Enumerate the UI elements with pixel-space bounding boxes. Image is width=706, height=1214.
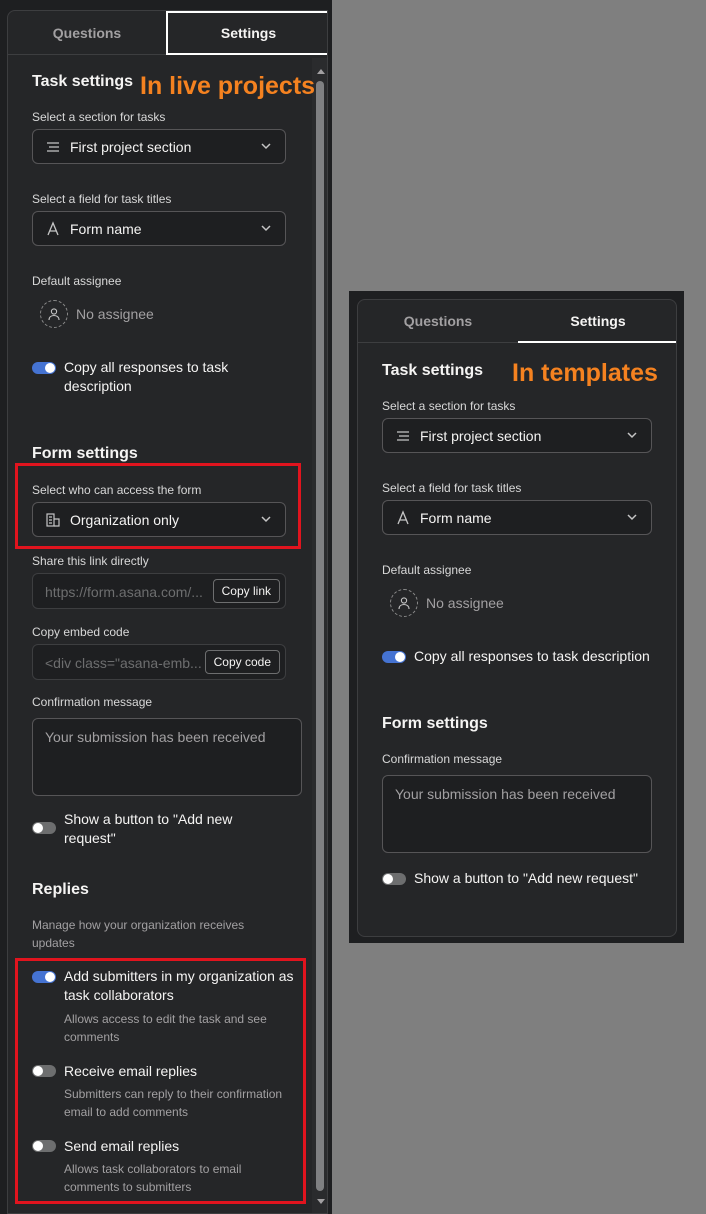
embed-code-placeholder: <div class="asana-emb... bbox=[45, 655, 202, 671]
confirmation-label: Confirmation message bbox=[32, 695, 153, 709]
add-new-request-label: Show a button to "Add new request" bbox=[64, 811, 233, 846]
tab-questions[interactable]: Questions bbox=[358, 300, 518, 343]
scroll-down-arrow-icon[interactable] bbox=[317, 1199, 325, 1204]
live-project-panel: Questions Settings Task settings Select … bbox=[0, 0, 332, 1214]
title-field-value: Form name bbox=[420, 509, 492, 526]
replies-heading: Replies bbox=[32, 881, 89, 898]
form-settings-heading: Form settings bbox=[382, 715, 488, 732]
replies-description: Manage how your organization receives up… bbox=[32, 918, 245, 950]
share-link-label: Share this link directly bbox=[32, 554, 149, 568]
task-settings-heading: Task settings bbox=[382, 362, 484, 379]
copy-responses-toggle[interactable] bbox=[32, 362, 56, 374]
templates-annotation: In templates bbox=[512, 359, 658, 387]
avatar-placeholder-icon bbox=[40, 300, 68, 328]
section-select[interactable]: First project section bbox=[382, 418, 652, 453]
add-new-request-toggle[interactable] bbox=[32, 822, 56, 834]
title-field-select[interactable]: Form name bbox=[382, 500, 652, 535]
tab-settings[interactable]: Settings bbox=[518, 300, 676, 343]
section-select-label: Select a section for tasks bbox=[382, 399, 516, 413]
default-assignee-label: Default assignee bbox=[382, 563, 472, 577]
live-projects-annotation: In live projects bbox=[140, 72, 316, 100]
assignee-value: No assignee bbox=[426, 595, 504, 611]
add-new-request-label: Show a button to "Add new request" bbox=[414, 870, 638, 886]
template-panel: Questions Settings Task settings Select … bbox=[349, 291, 684, 943]
title-field-label: Select a field for task titles bbox=[382, 481, 522, 495]
template-tab-bar: Questions Settings bbox=[358, 300, 676, 343]
confirmation-message-input[interactable]: Your submission has been received bbox=[32, 718, 302, 796]
confirmation-label: Confirmation message bbox=[382, 752, 503, 766]
default-assignee-picker[interactable]: No assignee bbox=[390, 589, 504, 617]
copy-responses-label: Copy all responses to task description bbox=[64, 359, 229, 394]
title-field-label: Select a field for task titles bbox=[32, 192, 172, 206]
confirmation-message-input[interactable]: Your submission has been received bbox=[382, 775, 652, 853]
default-assignee-picker[interactable]: No assignee bbox=[40, 300, 154, 328]
text-field-icon bbox=[45, 220, 61, 237]
avatar-placeholder-icon bbox=[390, 589, 418, 617]
chevron-down-icon bbox=[261, 143, 271, 150]
copy-responses-label: Copy all responses to task description bbox=[414, 648, 650, 664]
section-select-value: First project section bbox=[420, 427, 542, 444]
section-icon bbox=[45, 139, 61, 155]
task-settings-heading: Task settings bbox=[32, 73, 134, 90]
template-settings-sidebar: Questions Settings Task settings Select … bbox=[357, 299, 677, 937]
embed-code-label: Copy embed code bbox=[32, 625, 130, 639]
add-new-request-toggle[interactable] bbox=[382, 873, 406, 885]
section-select-label: Select a section for tasks bbox=[32, 110, 166, 124]
section-select-value: First project section bbox=[70, 138, 192, 155]
copy-link-button[interactable]: Copy link bbox=[212, 579, 280, 603]
title-field-select[interactable]: Form name bbox=[32, 211, 286, 246]
tab-questions[interactable]: Questions bbox=[8, 11, 166, 55]
replies-highlight-box bbox=[15, 958, 306, 1204]
title-field-value: Form name bbox=[70, 220, 142, 237]
scrollbar-thumb[interactable] bbox=[316, 81, 324, 1191]
default-assignee-label: Default assignee bbox=[32, 274, 122, 288]
access-highlight-box bbox=[15, 463, 301, 549]
assignee-value: No assignee bbox=[76, 306, 154, 322]
share-link-placeholder: https://form.asana.com/... bbox=[45, 584, 203, 600]
scroll-up-arrow-icon[interactable] bbox=[317, 69, 325, 74]
copy-responses-toggle[interactable] bbox=[382, 651, 406, 663]
chevron-down-icon bbox=[627, 514, 637, 521]
chevron-down-icon bbox=[261, 225, 271, 232]
tab-settings[interactable]: Settings bbox=[166, 11, 327, 55]
copy-code-button[interactable]: Copy code bbox=[204, 650, 280, 674]
section-select[interactable]: First project section bbox=[32, 129, 286, 164]
section-icon bbox=[395, 428, 411, 444]
text-field-icon bbox=[395, 509, 411, 526]
form-settings-heading: Form settings bbox=[32, 445, 138, 462]
chevron-down-icon bbox=[627, 432, 637, 439]
tab-bar: Questions Settings bbox=[8, 11, 327, 55]
embed-code-field[interactable]: <div class="asana-emb... Copy code bbox=[32, 644, 286, 680]
share-link-field[interactable]: https://form.asana.com/... Copy link bbox=[32, 573, 286, 609]
